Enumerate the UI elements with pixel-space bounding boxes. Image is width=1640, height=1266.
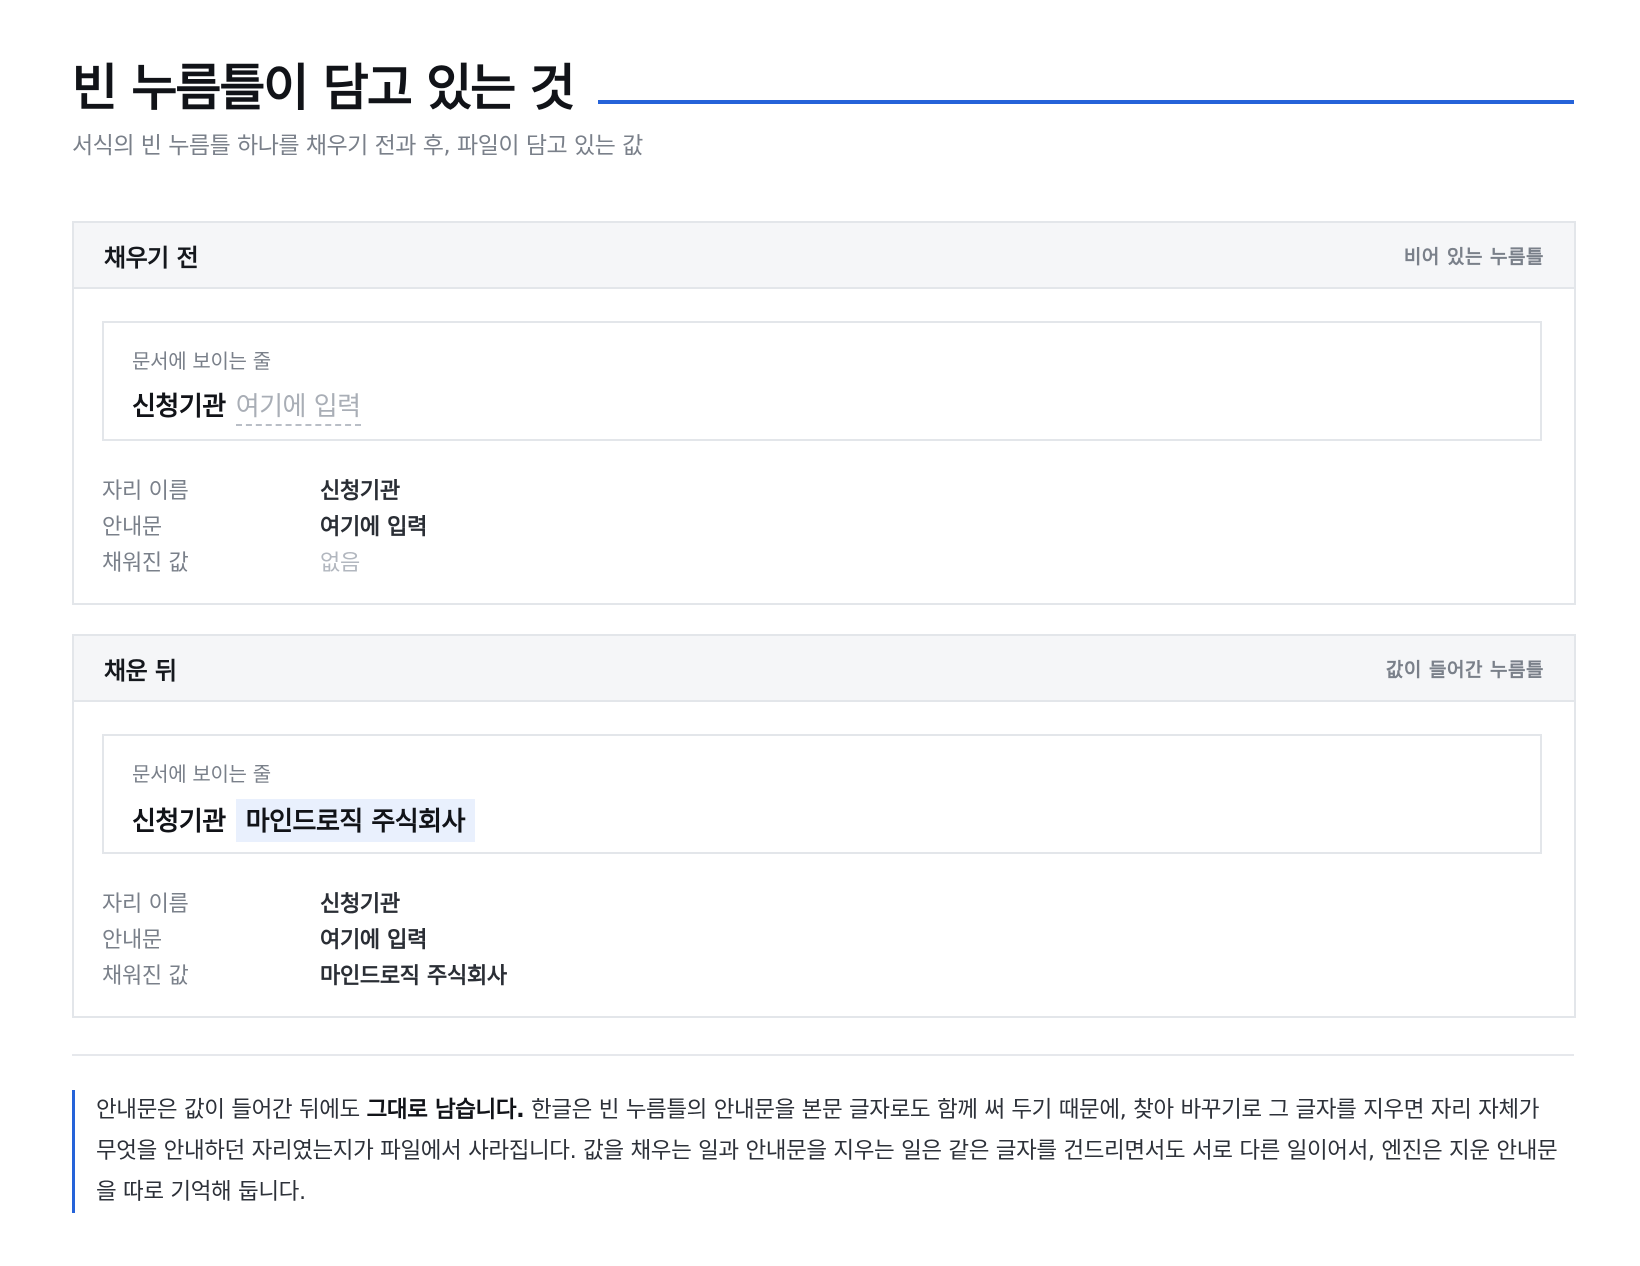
property-key: 자리 이름 bbox=[102, 892, 189, 917]
property-row: 안내문 여기에 입력 bbox=[102, 920, 507, 956]
panel-before: 채우기 전 비어 있는 누름틀 문서에 보이는 줄 신청기관 여기에 입력 자리… bbox=[72, 221, 1576, 605]
property-key: 자리 이름 bbox=[102, 479, 189, 504]
note-lead: 안내문은 값이 들어간 뒤에도 bbox=[96, 1097, 367, 1123]
field-properties-before: 자리 이름 신청기관 안내문 여기에 입력 채워진 값 없음 bbox=[102, 471, 427, 579]
document-line: 신청기관 여기에 입력 bbox=[132, 386, 1512, 426]
property-value-empty: 없음 bbox=[320, 551, 360, 576]
property-key: 안내문 bbox=[102, 515, 162, 540]
explanation-note: 안내문은 값이 들어간 뒤에도 그대로 남습니다. 한글은 빈 누름틀의 안내문… bbox=[72, 1090, 1566, 1213]
property-key: 채워진 값 bbox=[102, 551, 189, 576]
property-row: 안내문 여기에 입력 bbox=[102, 507, 427, 543]
field-label-text: 신청기관 bbox=[132, 807, 226, 837]
property-row: 자리 이름 신청기관 bbox=[102, 471, 427, 507]
page-header: 빈 누름틀이 담고 있는 것 서식의 빈 누름틀 하나를 채우기 전과 후, 파… bbox=[72, 58, 1574, 160]
panel-before-title: 채우기 전 bbox=[104, 243, 199, 272]
panel-before-header: 채우기 전 비어 있는 누름틀 bbox=[74, 223, 1574, 289]
property-value: 신청기관 bbox=[320, 892, 400, 917]
panel-before-tag: 비어 있는 누름틀 bbox=[1403, 245, 1544, 268]
property-value: 여기에 입력 bbox=[320, 928, 428, 953]
title-accent-rule bbox=[597, 100, 1574, 104]
panel-after: 채운 뒤 값이 들어간 누름틀 문서에 보이는 줄 신청기관 마인드로직 주식회… bbox=[72, 634, 1576, 1018]
panel-after-header: 채운 뒤 값이 들어간 누름틀 bbox=[74, 636, 1574, 702]
document-line-preview-before: 문서에 보이는 줄 신청기관 여기에 입력 bbox=[102, 321, 1542, 441]
line-caption: 문서에 보이는 줄 bbox=[132, 762, 271, 786]
filled-field-value[interactable]: 마인드로직 주식회사 bbox=[235, 799, 476, 842]
document-line-preview-after: 문서에 보이는 줄 신청기관 마인드로직 주식회사 bbox=[102, 734, 1542, 854]
page: 빈 누름틀이 담고 있는 것 서식의 빈 누름틀 하나를 채우기 전과 후, 파… bbox=[0, 0, 1640, 1266]
empty-field-placeholder[interactable]: 여기에 입력 bbox=[235, 386, 361, 426]
property-key: 채워진 값 bbox=[102, 964, 189, 989]
panel-after-tag: 값이 들어간 누름틀 bbox=[1385, 658, 1544, 681]
page-subtitle: 서식의 빈 누름틀 하나를 채우기 전과 후, 파일이 담고 있는 값 bbox=[72, 133, 643, 159]
note-emphasis: 그대로 남습니다. bbox=[366, 1097, 525, 1123]
property-value: 신청기관 bbox=[320, 479, 400, 504]
field-properties-after: 자리 이름 신청기관 안내문 여기에 입력 채워진 값 마인드로직 주식회사 bbox=[102, 884, 507, 992]
property-key: 안내문 bbox=[102, 928, 162, 953]
field-label-text: 신청기관 bbox=[132, 392, 226, 422]
property-row: 자리 이름 신청기관 bbox=[102, 884, 507, 920]
property-row: 채워진 값 없음 bbox=[102, 543, 427, 579]
document-line: 신청기관 마인드로직 주식회사 bbox=[132, 799, 1512, 842]
line-caption: 문서에 보이는 줄 bbox=[132, 349, 271, 373]
property-row: 채워진 값 마인드로직 주식회사 bbox=[102, 956, 507, 992]
property-value: 여기에 입력 bbox=[320, 515, 428, 540]
property-value: 마인드로직 주식회사 bbox=[320, 964, 507, 989]
panel-after-title: 채운 뒤 bbox=[104, 656, 177, 685]
page-title: 빈 누름틀이 담고 있는 것 bbox=[72, 59, 576, 117]
section-divider bbox=[72, 1054, 1574, 1056]
title-row: 빈 누름틀이 담고 있는 것 bbox=[72, 58, 1574, 118]
